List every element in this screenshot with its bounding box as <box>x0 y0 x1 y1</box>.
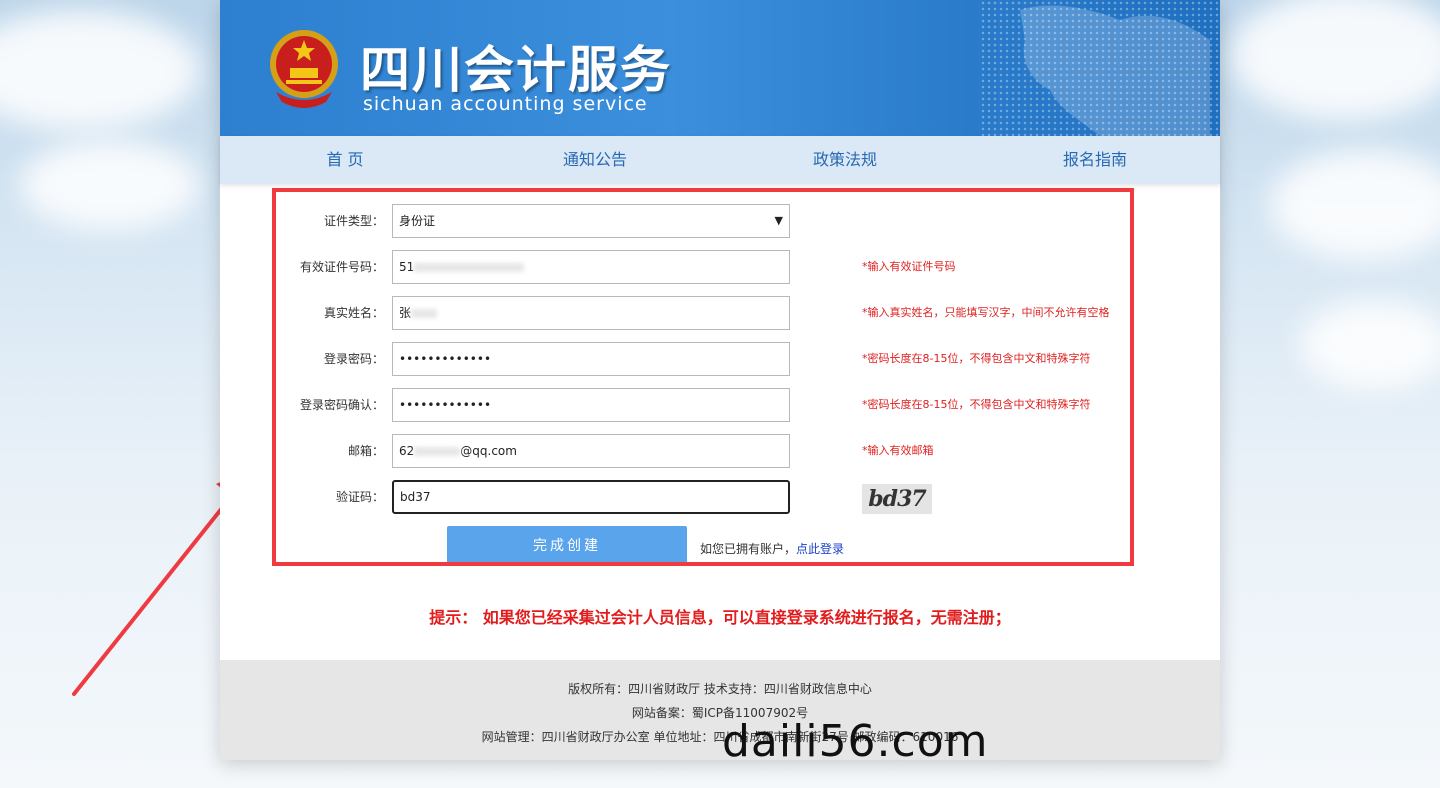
email-row: 邮箱： 62 @qq.com *输入有效邮箱 <box>276 434 1130 468</box>
chevron-down-icon: ▼ <box>774 214 783 227</box>
id-type-row: 证件类型： 身份证 ▼ <box>276 204 1130 238</box>
redacted-blur <box>414 263 525 272</box>
email-value-suffix: @qq.com <box>460 444 517 458</box>
submit-button[interactable]: 完成创建 <box>447 526 687 562</box>
page-container: 四川会计服务 sichuan accounting service 首 页 通知… <box>220 0 1220 760</box>
footer-address: 网站管理：四川省财政厅办公室 单位地址：四川省成都市南新街27号 邮政编码：61… <box>481 730 959 744</box>
cloud-decoration <box>1230 0 1440 120</box>
cloud-decoration <box>1270 150 1440 260</box>
redacted-blur <box>414 447 461 456</box>
id-number-row: 有效证件号码： 51 *输入有效证件号码 <box>276 250 1130 284</box>
registration-form: 证件类型： 身份证 ▼ 有效证件号码： 51 *输入有效证件号码 真实姓名： 张… <box>272 188 1134 566</box>
real-name-input[interactable]: 张 <box>392 296 790 330</box>
nav-item-notices[interactable]: 通知公告 <box>470 136 720 184</box>
id-type-value: 身份证 <box>399 214 436 228</box>
password-label: 登录密码： <box>323 352 384 366</box>
captcha-row: 验证码： bd37 bd37 <box>276 480 1130 514</box>
real-name-label: 真实姓名： <box>323 306 384 320</box>
real-name-hint: *输入真实姓名，只能填写汉字，中间不允许有空格 <box>862 306 1110 319</box>
site-title: 四川会计服务 <box>360 41 672 99</box>
real-name-row: 真实姓名： 张 *输入真实姓名，只能填写汉字，中间不允许有空格 <box>276 296 1130 330</box>
notice-text: 提示： 如果您已经采集过会计人员信息，可以直接登录系统进行报名，无需注册； <box>429 608 1011 627</box>
header-banner: 四川会计服务 sichuan accounting service <box>220 0 1220 136</box>
login-prompt-text: 如您已拥有账户， <box>700 542 797 556</box>
id-number-value: 51 <box>399 260 415 274</box>
main-nav: 首 页 通知公告 政策法规 报名指南 <box>220 136 1220 184</box>
password-input[interactable]: ••••••••••••• <box>392 342 790 376</box>
email-value-prefix: 62 <box>399 444 415 458</box>
login-prompt: 如您已拥有账户，点此登录 <box>700 540 844 557</box>
footer-icp: 网站备案：蜀ICP备11007902号 <box>631 706 809 720</box>
password-confirm-label: 登录密码确认： <box>299 398 384 412</box>
cloud-decoration <box>20 140 200 230</box>
redacted-blur <box>411 309 438 318</box>
email-hint: *输入有效邮箱 <box>862 444 934 457</box>
password-row: 登录密码： ••••••••••••• *密码长度在8-15位，不得包含中文和特… <box>276 342 1130 376</box>
password-confirm-row: 登录密码确认： ••••••••••••• *密码长度在8-15位，不得包含中文… <box>276 388 1130 422</box>
login-link[interactable]: 点此登录 <box>796 542 844 556</box>
password-hint: *密码长度在8-15位，不得包含中文和特殊字符 <box>862 352 1091 365</box>
captcha-image[interactable]: bd37 <box>862 484 932 514</box>
id-number-hint: *输入有效证件号码 <box>862 260 956 273</box>
nav-item-home[interactable]: 首 页 <box>220 136 470 184</box>
id-type-select[interactable]: 身份证 ▼ <box>392 204 790 238</box>
id-number-label: 有效证件号码： <box>299 260 384 274</box>
id-number-input[interactable]: 51 <box>392 250 790 284</box>
email-input[interactable]: 62 @qq.com <box>392 434 790 468</box>
national-emblem-icon <box>270 30 338 108</box>
watermark-text: daili56.com <box>722 716 989 767</box>
email-label: 邮箱： <box>347 444 384 458</box>
captcha-input[interactable]: bd37 <box>392 480 790 514</box>
password-confirm-input[interactable]: ••••••••••••• <box>392 388 790 422</box>
cloud-decoration <box>0 10 200 130</box>
cloud-decoration <box>1300 300 1440 390</box>
sichuan-map-icon <box>1020 5 1210 136</box>
nav-item-guide[interactable]: 报名指南 <box>970 136 1220 184</box>
captcha-label: 验证码： <box>335 490 384 504</box>
footer: 版权所有：四川省财政厅 技术支持：四川省财政信息中心 网站备案：蜀ICP备110… <box>220 660 1220 760</box>
id-type-label: 证件类型： <box>323 214 384 228</box>
site-subtitle: sichuan accounting service <box>363 93 648 115</box>
password-confirm-hint: *密码长度在8-15位，不得包含中文和特殊字符 <box>862 398 1091 411</box>
nav-item-policies[interactable]: 政策法规 <box>720 136 970 184</box>
real-name-value: 张 <box>399 306 412 320</box>
footer-copyright: 版权所有：四川省财政厅 技术支持：四川省财政信息中心 <box>568 682 872 696</box>
